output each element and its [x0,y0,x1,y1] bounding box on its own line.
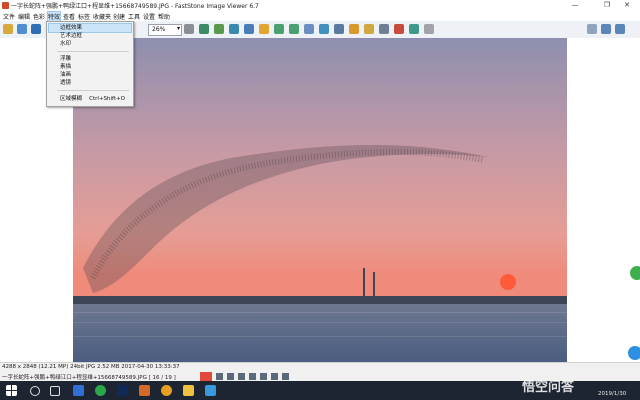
microphone-icon[interactable] [238,373,245,380]
menu-create[interactable]: 创建 [113,12,125,21]
delete-icon[interactable] [394,24,404,34]
menu-item-region-blur[interactable]: 区域模糊 Ctrl+Shift+O [49,95,131,103]
save-icon[interactable] [17,24,27,34]
menu-item-border-effect[interactable]: 边框效果 [48,23,132,33]
menu-settings[interactable]: 设置 [143,12,155,21]
input-method-icon[interactable] [200,372,212,381]
color-adjust-icon[interactable] [409,24,419,34]
menu-tags[interactable]: 标签 [78,12,90,21]
zoom-out-icon[interactable] [244,24,254,34]
menu-item-region-blur-label: 区域模糊 [60,96,83,102]
minimize-button[interactable]: — [562,0,588,11]
menu-favorites[interactable]: 收藏夹 [93,12,111,21]
print-icon[interactable] [364,24,374,34]
windows-start-icon[interactable] [6,385,17,396]
tray-tool-icon[interactable] [249,373,256,380]
menu-bar: 文件 编辑 色彩 特效 查看 标签 收藏夹 创建 工具 设置 帮助 [0,11,640,22]
menu-item-sketch[interactable]: 素描 [49,63,131,71]
hand-tool-icon[interactable] [184,24,194,34]
tray-date: 2019/1/30 [598,391,627,397]
browser-mode-icon[interactable] [601,24,611,34]
menu-item-lens[interactable]: 透镜 [49,79,131,87]
open-folder-icon[interactable] [3,24,13,34]
menu-color[interactable]: 色彩 [33,12,45,21]
tray-tool-icon[interactable] [271,373,278,380]
exif-icon[interactable] [379,24,389,34]
compare-icon[interactable] [334,24,344,34]
menu-effects[interactable]: 特效 [46,11,62,22]
menu-separator [57,90,129,91]
menu-item-art-frame[interactable]: 艺术边框 [49,32,131,40]
settings-gear-icon[interactable] [424,24,434,34]
email-icon[interactable] [349,24,359,34]
menu-tools[interactable]: 工具 [128,12,140,21]
zoom-select[interactable]: 26% ▾ [148,24,182,36]
file-name-text: 一字长蛇阵+强鹏+鸭绿江口+程显维+15668749589.JPG [ 16 /… [2,375,176,381]
actual-size-icon[interactable] [214,24,224,34]
crop-icon[interactable] [304,24,314,34]
status-bar-info: 4288 x 2848 (12.21 MP) 24bit JPG 2.52 MB… [0,362,640,372]
menu-item-watermark[interactable]: 水印 [49,40,131,48]
faststone-icon[interactable] [139,385,150,396]
ie-icon[interactable] [73,385,84,396]
view-mode-icon[interactable] [587,24,597,34]
menu-file[interactable]: 文件 [3,12,15,21]
zoom-value: 26% [152,26,166,33]
side-float-green-button[interactable] [630,266,640,280]
disk-icon[interactable] [31,24,41,34]
menu-separator [57,51,129,52]
effects-dropdown-menu: 边框效果 艺术边框 水印 浮雕 素描 油画 透镜 区域模糊 Ctrl+Shift… [46,21,134,107]
title-bar: 一字长蛇阵+强鹏+鸭绿江口+程显维+15668749589.JPG - Fast… [0,0,640,11]
watermark-text: 悟空问答 [522,380,575,395]
zoom-in-icon[interactable] [229,24,239,34]
tray-tool-icon[interactable] [282,373,289,380]
tray-tool-icon[interactable] [216,373,223,380]
menu-item-region-blur-shortcut: Ctrl+Shift+O [89,96,125,102]
photo [73,38,567,362]
menu-item-emboss[interactable]: 浮雕 [49,55,131,63]
sunset-bird-flock-image [73,38,567,362]
side-float-blue-button[interactable] [628,346,640,360]
close-button[interactable]: ✕ [614,0,640,11]
photoshop-icon[interactable] [117,385,128,396]
image-info-text: 4288 x 2848 (12.21 MP) 24bit JPG 2.52 MB… [2,364,180,370]
menu-item-oil-painting[interactable]: 油画 [49,71,131,79]
fit-window-icon[interactable] [199,24,209,34]
rotate-left-icon[interactable] [274,24,284,34]
menu-edit[interactable]: 编辑 [18,12,30,21]
chevron-down-icon: ▾ [176,25,180,32]
tray-tool-icon[interactable] [227,373,234,380]
browser-icon[interactable] [95,385,106,396]
search-icon[interactable] [30,386,40,396]
slideshow-icon[interactable] [259,24,269,34]
file-explorer-icon[interactable] [183,385,194,396]
chrome-icon[interactable] [161,385,172,396]
tray-tool-icon[interactable] [260,373,267,380]
app-icon[interactable] [205,385,216,396]
fullscreen-icon[interactable] [615,24,625,34]
menu-help[interactable]: 帮助 [158,12,170,21]
rotate-right-icon[interactable] [289,24,299,34]
task-view-icon[interactable] [50,386,60,396]
menu-view[interactable]: 查看 [63,12,75,21]
window-title: 一字长蛇阵+强鹏+鸭绿江口+程显维+15668749589.JPG - Fast… [11,3,259,10]
resize-icon[interactable] [319,24,329,34]
app-icon [2,2,9,9]
